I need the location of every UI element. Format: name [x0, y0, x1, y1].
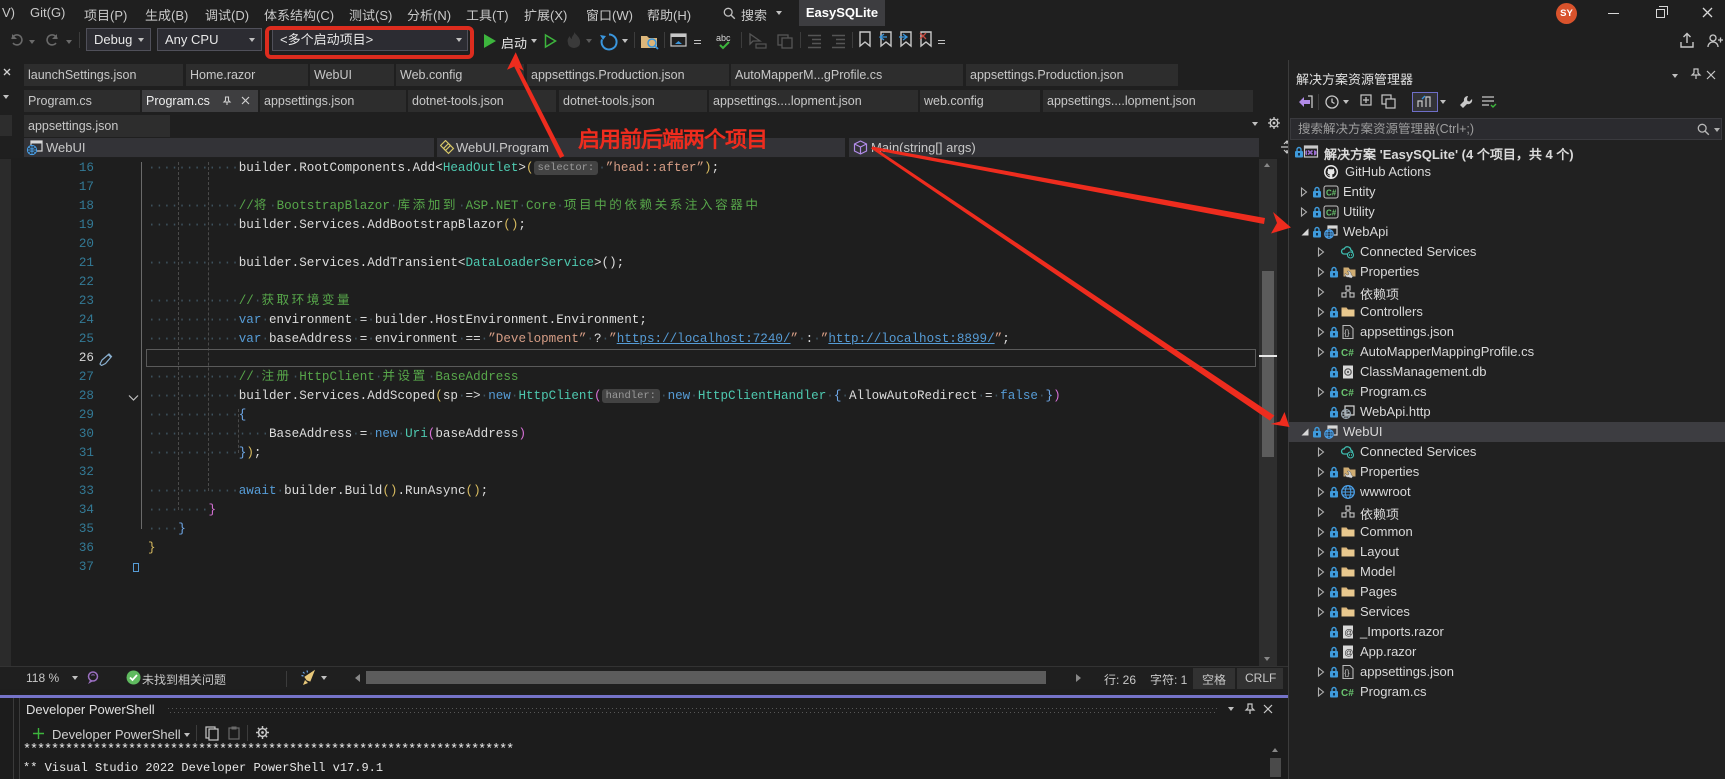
svg-text:C#: C#	[1341, 348, 1354, 359]
svg-text:abc: abc	[716, 33, 731, 43]
svg-text:C#: C#	[1326, 209, 1337, 218]
svg-text:@: @	[1344, 628, 1353, 638]
svg-text:{}: {}	[1344, 329, 1350, 338]
svg-text:C#: C#	[1326, 189, 1337, 198]
svg-text:@: @	[1344, 648, 1353, 658]
svg-text:{}: {}	[1344, 669, 1350, 678]
svg-text:C#: C#	[1341, 388, 1354, 399]
svg-text:C#: C#	[1341, 688, 1354, 699]
